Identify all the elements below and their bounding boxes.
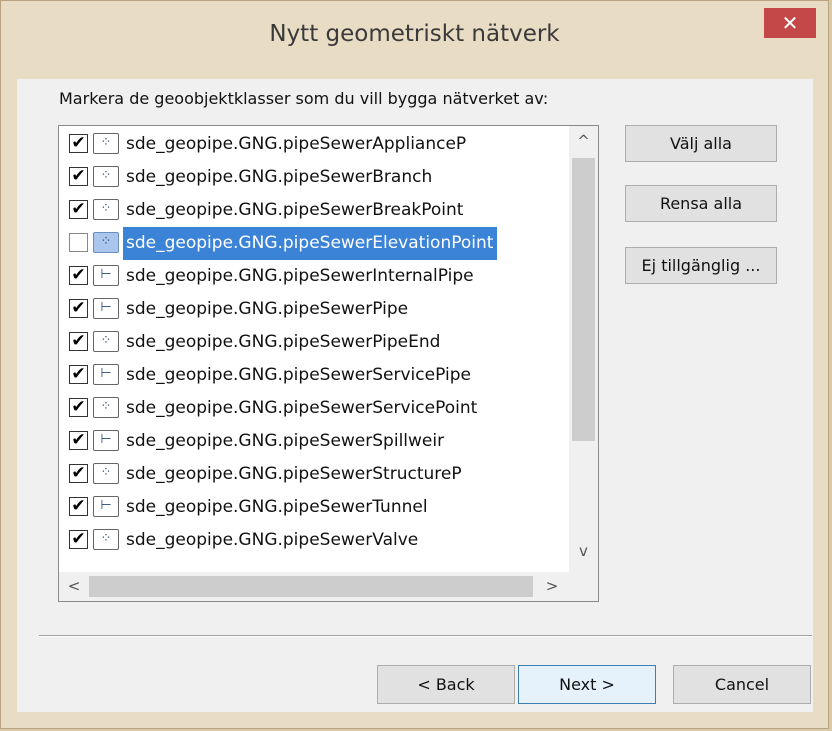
item-checkbox[interactable]: ✔ (69, 530, 88, 549)
item-checkbox[interactable]: ✔ (69, 299, 88, 318)
select-all-button[interactable]: Välj alla (625, 125, 777, 162)
list-item[interactable]: ✔ ⊢ sde_geopipe.GNG.pipeSewerInternalPipe (59, 260, 569, 293)
dialog-window: Nytt geometriskt nätverk ✕ Markera de ge… (0, 0, 829, 729)
item-label: sde_geopipe.GNG.pipeSewerTunnel (126, 497, 428, 517)
feature-class-list[interactable]: ✔ ⁘ sde_geopipe.GNG.pipeSewerApplianceP ✔ ⁘ s… (58, 125, 599, 602)
item-label: sde_geopipe.GNG.pipeSewerInternalPipe (126, 266, 474, 286)
point-feature-icon: ⁘ (93, 397, 119, 418)
item-checkbox[interactable]: ✔ (69, 332, 88, 351)
list-item[interactable]: ✔ ⁘ sde_geopipe.GNG.pipeSewerPipeEnd (59, 326, 569, 359)
item-checkbox[interactable]: ✔ (69, 134, 88, 153)
item-checkbox[interactable]: ✔ (69, 464, 88, 483)
point-feature-icon: ⁘ (93, 331, 119, 352)
point-feature-icon: ⁘ (93, 232, 119, 253)
clear-all-button[interactable]: Rensa alla (625, 185, 777, 222)
point-feature-icon: ⁘ (93, 166, 119, 187)
item-label: sde_geopipe.GNG.pipeSewerValve (126, 530, 419, 550)
line-feature-icon: ⊢ (93, 430, 119, 451)
point-feature-icon: ⁘ (93, 199, 119, 220)
title-bar[interactable]: Nytt geometriskt nätverk ✕ (1, 1, 828, 79)
scroll-down-icon[interactable]: v (569, 542, 598, 560)
list-item[interactable]: ✔ ⊢ sde_geopipe.GNG.pipeSewerTunnel (59, 491, 569, 524)
item-checkbox[interactable]: ✔ (69, 398, 88, 417)
list-rows: ✔ ⁘ sde_geopipe.GNG.pipeSewerApplianceP ✔ ⁘ s… (59, 126, 569, 572)
list-item[interactable]: ✔ ⁘ sde_geopipe.GNG.pipeSewerStructureP (59, 458, 569, 491)
list-item[interactable]: ✔ ⊢ sde_geopipe.GNG.pipeSewerPipe (59, 293, 569, 326)
item-label: sde_geopipe.GNG.pipeSewerPipeEnd (126, 332, 441, 352)
next-button[interactable]: Next > (518, 665, 656, 704)
list-item[interactable]: ✔ ⁘ sde_geopipe.GNG.pipeSewerApplianceP (59, 128, 569, 161)
item-label: sde_geopipe.GNG.pipeSewerServicePoint (126, 398, 478, 418)
item-label: sde_geopipe.GNG.pipeSewerApplianceP (126, 134, 467, 154)
back-button[interactable]: < Back (377, 665, 515, 704)
list-item[interactable]: ✔ ⊢ sde_geopipe.GNG.pipeSewerServicePipe (59, 359, 569, 392)
scroll-left-icon[interactable]: < (65, 577, 83, 595)
scroll-up-icon[interactable]: ^ (569, 132, 598, 150)
point-feature-icon: ⁘ (93, 133, 119, 154)
scroll-right-icon[interactable]: > (543, 577, 561, 595)
vertical-scroll-thumb[interactable] (572, 158, 595, 441)
item-label: sde_geopipe.GNG.pipeSewerBranch (126, 167, 433, 187)
dialog-body: Markera de geoobjektklasser som du vill … (17, 79, 813, 712)
item-label: sde_geopipe.GNG.pipeSewerSpillweir (126, 431, 445, 451)
not-available-button[interactable]: Ej tillgänglig ... (625, 247, 777, 284)
vertical-scrollbar[interactable]: ^ v (569, 126, 598, 572)
horizontal-scroll-thumb[interactable] (89, 576, 533, 597)
item-checkbox[interactable]: ✔ (69, 497, 88, 516)
item-checkbox[interactable]: ✔ (69, 200, 88, 219)
line-feature-icon: ⊢ (93, 298, 119, 319)
item-label: sde_geopipe.GNG.pipeSewerServicePipe (126, 365, 471, 385)
dialog-title: Nytt geometriskt nätverk (269, 21, 560, 47)
item-checkbox[interactable]: ✔ (69, 431, 88, 450)
instruction-label: Markera de geoobjektklasser som du vill … (59, 89, 549, 108)
line-feature-icon: ⊢ (93, 364, 119, 385)
item-label: sde_geopipe.GNG.pipeSewerStructureP (126, 464, 462, 484)
item-checkbox[interactable]: ✔ (69, 365, 88, 384)
item-label: sde_geopipe.GNG.pipeSewerElevationPoint (123, 227, 498, 260)
list-item[interactable]: ⁘ sde_geopipe.GNG.pipeSewerElevationPoint (59, 227, 569, 260)
close-icon: ✕ (781, 11, 799, 35)
close-button[interactable]: ✕ (764, 8, 816, 38)
list-item[interactable]: ✔ ⁘ sde_geopipe.GNG.pipeSewerValve (59, 524, 569, 557)
point-feature-icon: ⁘ (93, 463, 119, 484)
list-item[interactable]: ✔ ⁘ sde_geopipe.GNG.pipeSewerBranch (59, 161, 569, 194)
item-checkbox[interactable]: ✔ (69, 167, 88, 186)
item-label: sde_geopipe.GNG.pipeSewerBreakPoint (126, 200, 464, 220)
scrollbar-corner (569, 572, 598, 601)
line-feature-icon: ⊢ (93, 496, 119, 517)
horizontal-scrollbar[interactable]: < > (59, 572, 569, 601)
list-item[interactable]: ✔ ⁘ sde_geopipe.GNG.pipeSewerServicePoint (59, 392, 569, 425)
list-item[interactable]: ✔ ⊢ sde_geopipe.GNG.pipeSewerSpillweir (59, 425, 569, 458)
line-feature-icon: ⊢ (93, 265, 119, 286)
item-checkbox[interactable]: ✔ (69, 266, 88, 285)
list-item[interactable]: ✔ ⁘ sde_geopipe.GNG.pipeSewerBreakPoint (59, 194, 569, 227)
cancel-button[interactable]: Cancel (673, 665, 811, 704)
separator-highlight (39, 636, 812, 637)
item-checkbox[interactable] (69, 233, 88, 252)
item-label: sde_geopipe.GNG.pipeSewerPipe (126, 299, 409, 319)
point-feature-icon: ⁘ (93, 529, 119, 550)
